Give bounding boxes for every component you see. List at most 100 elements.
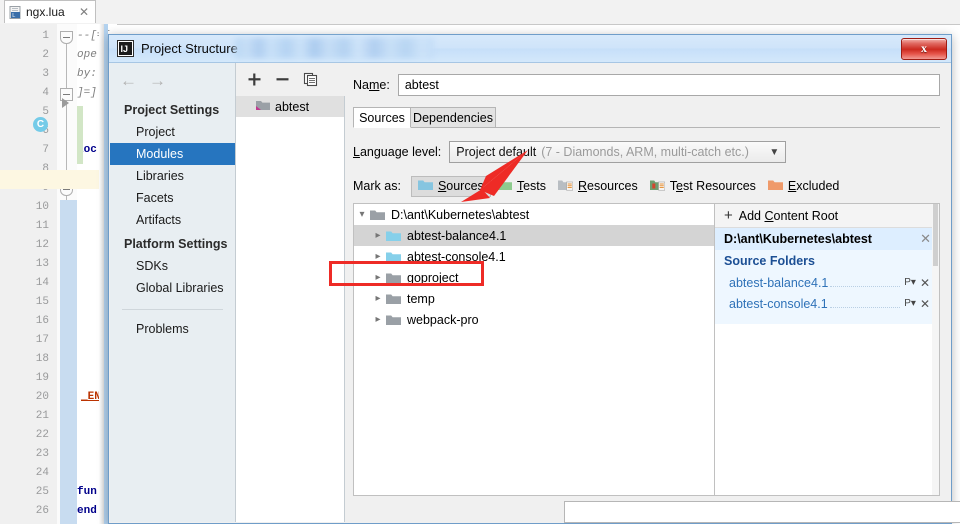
project-structure-dialog: IJ Project Structure x ← → Project Setti… xyxy=(108,34,952,524)
mark-as-excluded-label: Excluded xyxy=(788,179,839,193)
language-level-select[interactable]: Project default (7 - Diamonds, ARM, mult… xyxy=(449,141,786,163)
minus-icon[interactable] xyxy=(275,72,290,87)
dialog-bottom-field[interactable] xyxy=(564,501,960,523)
chevron-right-icon[interactable]: ▸ xyxy=(370,314,386,325)
mark-as-resources-button[interactable]: Resources xyxy=(552,176,644,197)
source-folders-header: Source Folders xyxy=(715,250,939,272)
line-number: 10 xyxy=(9,201,49,213)
copy-icon[interactable] xyxy=(303,72,318,87)
tree-node-label: D:\ant\Kubernetes\abtest xyxy=(391,208,529,222)
modules-list[interactable]: abtest xyxy=(236,96,345,522)
sidebar-item-sdks[interactable]: SDKs xyxy=(110,255,235,277)
close-icon[interactable]: ✕ xyxy=(920,276,930,290)
sidebar-item-global-libraries[interactable]: Global Libraries xyxy=(110,277,235,299)
line-number: 24 xyxy=(9,467,49,479)
package-prefix-icon[interactable]: P▾ xyxy=(904,298,916,309)
dialog-bottom-bar xyxy=(346,497,949,521)
line-number: 14 xyxy=(9,277,49,289)
nav-divider xyxy=(122,309,223,310)
sidebar-item-artifacts[interactable]: Artifacts xyxy=(110,209,235,231)
chevron-down-icon[interactable]: ▾ xyxy=(354,209,370,220)
content-roots-scrollbar[interactable] xyxy=(932,204,939,495)
close-icon[interactable]: ✕ xyxy=(920,297,930,311)
mark-as-row: Mark as: Sources Tests xyxy=(353,175,940,197)
module-list-item-abtest[interactable]: abtest xyxy=(236,96,344,117)
intellij-idea-icon: IJ xyxy=(117,40,134,57)
leader-dots xyxy=(830,297,901,308)
module-name-input[interactable]: abtest xyxy=(398,74,940,96)
line-number: 21 xyxy=(9,410,49,422)
table-row[interactable]: ▸ goproject xyxy=(354,267,714,288)
code-fragment: end xyxy=(77,505,97,517)
sidebar-item-libraries[interactable]: Libraries xyxy=(110,165,235,187)
code-fragment: ]=] xyxy=(77,87,97,99)
content-root-path-row[interactable]: D:\ant\Kubernetes\abtest ✕ xyxy=(715,228,939,250)
line-number: 5 xyxy=(9,106,49,118)
navigation-history-controls: ← → xyxy=(110,63,235,97)
folder-icon xyxy=(386,272,401,284)
editor-tab-ngx-lua[interactable]: L ngx.lua ✕ xyxy=(4,0,96,23)
source-folder-row[interactable]: abtest-balance4.1 P▾ ✕ xyxy=(715,272,939,293)
plus-icon: + xyxy=(724,208,733,223)
arrow-left-icon[interactable]: ← xyxy=(120,72,137,89)
source-folder-label: abtest-console4.1 xyxy=(729,297,828,311)
folder-icon xyxy=(386,314,401,326)
content-root-path: D:\ant\Kubernetes\abtest xyxy=(724,232,872,246)
svg-text:IJ: IJ xyxy=(121,44,129,54)
dialog-title-bar[interactable]: IJ Project Structure x xyxy=(109,35,951,63)
table-row[interactable]: ▸ webpack-pro xyxy=(354,309,714,330)
module-list-item-label: abtest xyxy=(275,100,309,114)
fold-toggle-icon[interactable] xyxy=(60,31,73,44)
table-row[interactable]: ▸ temp xyxy=(354,288,714,309)
class-marker-icon[interactable]: C xyxy=(33,117,48,132)
line-number: 11 xyxy=(9,220,49,232)
tab-dependencies[interactable]: Dependencies xyxy=(410,107,496,128)
change-bar-blue xyxy=(60,200,77,524)
mark-as-tests-label: Tests xyxy=(517,179,546,193)
tree-node-label: temp xyxy=(407,292,435,306)
language-level-row: Language level: Project default (7 - Dia… xyxy=(353,141,940,163)
source-folder-row[interactable]: abtest-console4.1 P▾ ✕ xyxy=(715,293,939,314)
module-folder-icon xyxy=(256,99,270,114)
package-prefix-icon[interactable]: P▾ xyxy=(904,277,916,288)
run-marker-icon[interactable] xyxy=(62,98,69,108)
chevron-right-icon[interactable]: ▸ xyxy=(370,272,386,283)
language-level-label: Language level: xyxy=(353,145,441,159)
sidebar-item-modules[interactable]: Modules xyxy=(110,143,235,165)
plus-icon[interactable] xyxy=(247,72,262,87)
change-bar-green xyxy=(77,106,83,164)
close-icon[interactable]: ✕ xyxy=(920,231,931,247)
close-window-button[interactable]: x xyxy=(901,38,947,60)
table-row[interactable]: ▸ abtest-console4.1 xyxy=(354,246,714,267)
mark-as-sources-label: Sources xyxy=(438,179,484,193)
line-number: 26 xyxy=(9,505,49,517)
add-content-root-button[interactable]: + Add Content Root xyxy=(715,204,939,228)
chevron-right-icon[interactable]: ▸ xyxy=(370,230,386,241)
arrow-right-icon[interactable]: → xyxy=(149,72,166,89)
module-name-row: Name: abtest xyxy=(353,74,940,96)
folder-tests-icon xyxy=(497,179,512,194)
sidebar-item-project[interactable]: Project xyxy=(110,121,235,143)
mark-as-test-resources-button[interactable]: Test Resources xyxy=(644,176,762,197)
table-row[interactable]: ▸ abtest-balance4.1 xyxy=(354,225,714,246)
close-icon[interactable]: ✕ xyxy=(77,6,91,18)
mark-as-sources-button[interactable]: Sources xyxy=(411,176,491,197)
sidebar-item-problems[interactable]: Problems xyxy=(110,318,235,340)
table-row[interactable]: ▾ D:\ant\Kubernetes\abtest xyxy=(354,204,714,225)
code-fragment: ope xyxy=(77,49,97,61)
tab-sources[interactable]: Sources xyxy=(353,107,411,128)
line-number: 22 xyxy=(9,429,49,441)
mark-as-tests-button[interactable]: Tests xyxy=(491,176,552,197)
mark-as-excluded-button[interactable]: Excluded xyxy=(762,176,845,197)
sidebar-item-facets[interactable]: Facets xyxy=(110,187,235,209)
module-tabs: Sources Dependencies xyxy=(353,107,950,128)
chevron-right-icon[interactable]: ▸ xyxy=(370,251,386,262)
nav-group-header-project-settings: Project Settings xyxy=(110,97,235,121)
line-number: 23 xyxy=(9,448,49,460)
folder-resources-icon xyxy=(558,179,573,194)
folder-sources-icon xyxy=(386,251,401,263)
content-root-tree[interactable]: ▾ D:\ant\Kubernetes\abtest ▸ abtest-bala… xyxy=(354,204,715,495)
mark-as-label: Mark as: xyxy=(353,179,401,193)
line-number: 4 xyxy=(9,87,49,99)
chevron-right-icon[interactable]: ▸ xyxy=(370,293,386,304)
